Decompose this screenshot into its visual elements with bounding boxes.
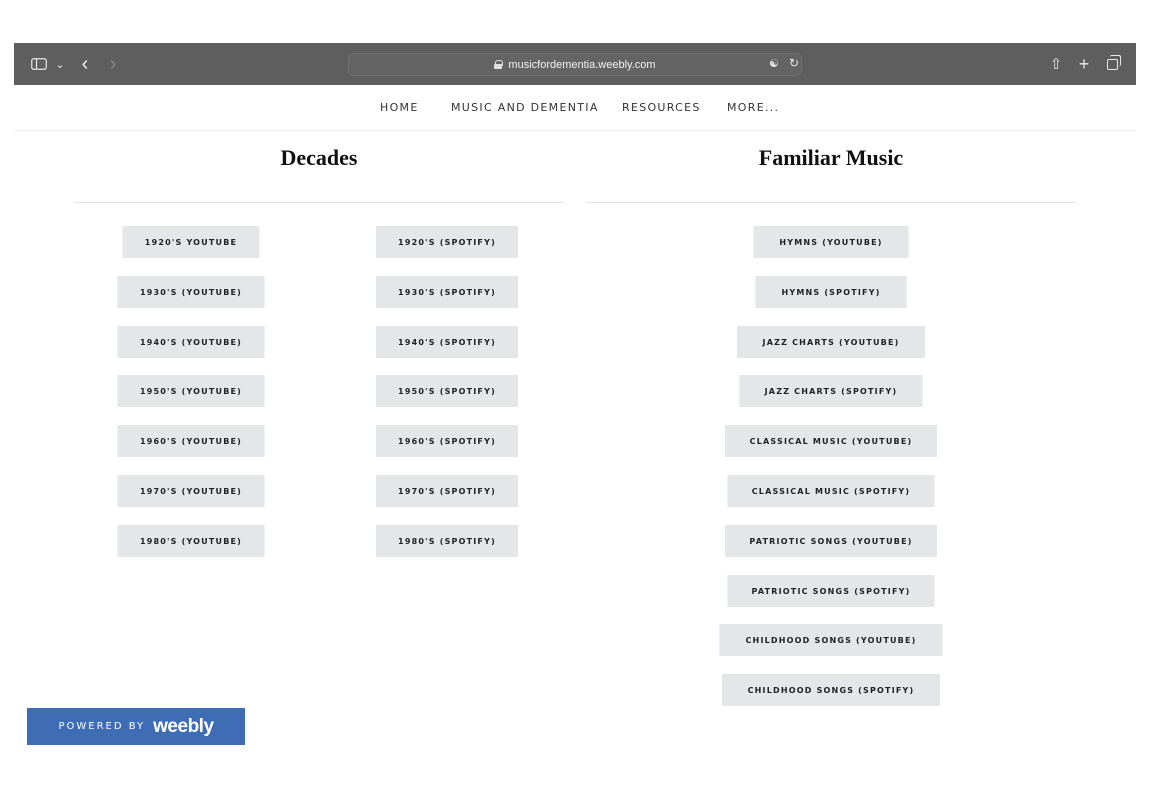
forward-icon[interactable]: › [106, 53, 120, 75]
site-nav: HOME MUSIC AND DEMENTIA RESOURCES MORE..… [14, 85, 1136, 131]
decade-youtube-button[interactable]: 1960'S (YOUTUBE) [117, 425, 265, 457]
decade-spotify-button[interactable]: 1940'S (SPOTIFY) [376, 326, 518, 358]
weebly-logo: weebly [153, 715, 214, 737]
translate-icon[interactable]: ☯ [769, 57, 779, 70]
familiar-music-button[interactable]: PATRIOTIC SONGS (YOUTUBE) [725, 525, 937, 557]
familiar-music-button[interactable]: CLASSICAL MUSIC (SPOTIFY) [727, 475, 935, 507]
familiar-divider [586, 202, 1076, 203]
url-text: musicfordementia.weebly.com [508, 58, 656, 71]
nav-resources[interactable]: RESOURCES [622, 101, 701, 114]
nav-music-and-dementia[interactable]: MUSIC AND DEMENTIA [451, 101, 599, 114]
share-icon[interactable]: ⇧ [1048, 53, 1064, 75]
plus-icon[interactable]: + [1076, 53, 1092, 75]
decade-youtube-button[interactable]: 1950'S (YOUTUBE) [117, 375, 265, 407]
familiar-music-button[interactable]: JAZZ CHARTS (YOUTUBE) [737, 326, 925, 358]
familiar-music-heading: Familiar Music [758, 145, 904, 170]
familiar-music-button[interactable]: PATRIOTIC SONGS (SPOTIFY) [727, 575, 935, 607]
decade-youtube-button[interactable]: 1980'S (YOUTUBE) [117, 525, 265, 557]
familiar-music-button[interactable]: HYMNS (YOUTUBE) [753, 226, 909, 258]
familiar-music-button[interactable]: JAZZ CHARTS (SPOTIFY) [739, 375, 923, 407]
decade-spotify-button[interactable]: 1960'S (SPOTIFY) [376, 425, 518, 457]
decade-spotify-button[interactable]: 1970'S (SPOTIFY) [376, 475, 518, 507]
address-bar[interactable]: musicfordementia.weebly.com ☯ ↻ [348, 53, 802, 76]
decade-spotify-button[interactable]: 1980'S (SPOTIFY) [376, 525, 518, 557]
decade-youtube-button[interactable]: 1930'S (YOUTUBE) [117, 276, 265, 308]
nav-more[interactable]: MORE... [727, 101, 779, 114]
familiar-music-button[interactable]: HYMNS (SPOTIFY) [755, 276, 907, 308]
sidebar-icon[interactable] [30, 53, 48, 75]
chevron-down-icon[interactable]: ⌄ [54, 53, 66, 75]
reload-icon[interactable]: ↻ [789, 56, 799, 70]
back-icon[interactable]: ‹ [78, 53, 92, 75]
browser-toolbar: ⌄ ‹ › musicfordementia.weebly.com ☯ ↻ ⇧ … [14, 43, 1136, 85]
familiar-music-button[interactable]: CHILDHOOD SONGS (YOUTUBE) [719, 624, 943, 656]
powered-by-label: POWERED BY [58, 721, 146, 732]
decade-youtube-button[interactable]: 1940'S (YOUTUBE) [117, 326, 265, 358]
familiar-music-button[interactable]: CHILDHOOD SONGS (SPOTIFY) [722, 674, 940, 706]
decade-youtube-button[interactable]: 1920'S YOUTUBE [122, 226, 260, 258]
decade-spotify-button[interactable]: 1950'S (SPOTIFY) [376, 375, 518, 407]
nav-home[interactable]: HOME [380, 101, 419, 114]
familiar-music-button[interactable]: CLASSICAL MUSIC (YOUTUBE) [725, 425, 937, 457]
lock-icon [494, 60, 504, 69]
decades-heading: Decades [280, 145, 358, 170]
decade-spotify-button[interactable]: 1930'S (SPOTIFY) [376, 276, 518, 308]
browser-window: ⌄ ‹ › musicfordementia.weebly.com ☯ ↻ ⇧ … [14, 43, 1136, 745]
decade-youtube-button[interactable]: 1970'S (YOUTUBE) [117, 475, 265, 507]
decade-spotify-button[interactable]: 1920'S (SPOTIFY) [376, 226, 518, 258]
powered-by-weebly-badge[interactable]: POWERED BY weebly [27, 708, 245, 745]
decades-divider [74, 202, 564, 203]
tabs-icon[interactable] [1104, 53, 1121, 75]
